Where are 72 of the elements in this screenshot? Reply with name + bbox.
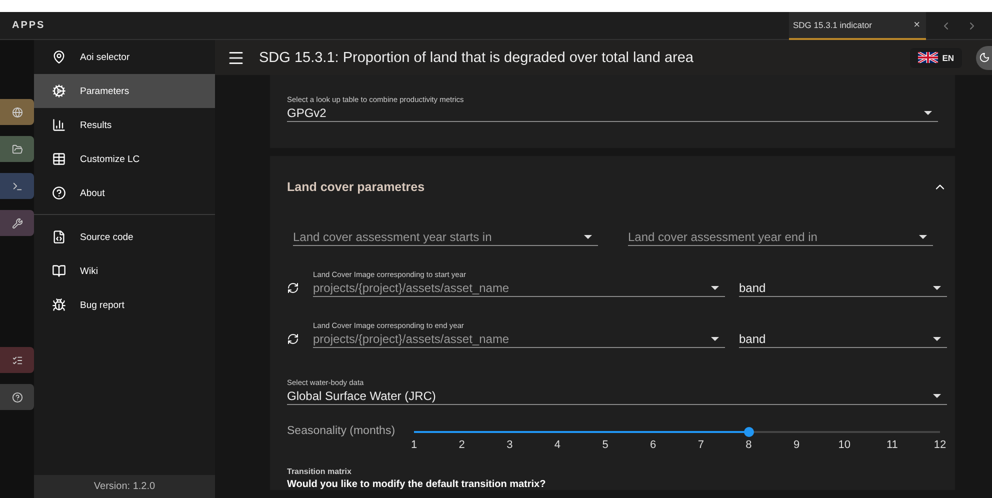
- refresh-icon[interactable]: [287, 282, 299, 294]
- close-button[interactable]: ×: [914, 18, 920, 30]
- launcher-tile[interactable]: [0, 173, 34, 199]
- band-select[interactable]: band: [739, 279, 947, 297]
- launcher-tile[interactable]: [0, 347, 34, 373]
- apps-title: APPS: [12, 20, 46, 31]
- slider-thumb[interactable]: [744, 427, 754, 437]
- table-icon: [52, 152, 66, 166]
- drawer-link[interactable]: Wiki: [34, 254, 215, 288]
- slider-label: Seasonality (months): [287, 425, 396, 437]
- water-select[interactable]: Global Surface Water (JRC): [287, 387, 947, 405]
- launcher-tile[interactable]: [0, 384, 34, 410]
- caret-icon: [919, 234, 927, 238]
- moon-icon: [979, 52, 990, 63]
- drawer-item[interactable]: About: [34, 176, 215, 210]
- end-year-select[interactable]: Land cover assessment year end in: [628, 228, 933, 246]
- lookup-select[interactable]: GPGv2: [287, 104, 938, 122]
- drawer-item[interactable]: Customize LC: [34, 142, 215, 176]
- book-icon: [52, 264, 66, 278]
- caret-icon: [711, 286, 719, 290]
- bug-icon: [52, 298, 66, 312]
- drawer-link[interactable]: Source code: [34, 220, 215, 254]
- terminal-icon: [12, 180, 22, 192]
- drawer-item[interactable]: Results: [34, 108, 215, 142]
- launcher-tile[interactable]: [0, 99, 34, 125]
- band-select[interactable]: band: [739, 330, 947, 348]
- map-pin-icon: [52, 50, 66, 64]
- gears-icon: [52, 84, 66, 98]
- drawer-item[interactable]: Aoi selector: [34, 40, 215, 74]
- app-tab[interactable]: SDG 15.3.1 indicator ×: [789, 12, 926, 40]
- tick-label: 3: [506, 439, 514, 451]
- tick-label: 11: [885, 439, 899, 451]
- tick-label: 2: [458, 439, 466, 451]
- language-button[interactable]: EN: [910, 48, 962, 68]
- wrench-icon: [12, 218, 22, 228]
- section-title: Land cover parametres: [287, 180, 425, 194]
- subsection-label: Transition matrix: [287, 467, 352, 476]
- tick-label: 7: [696, 439, 705, 451]
- caret-icon: [584, 234, 592, 238]
- app-title: SDG 15.3.1: Proportion of land that is degraded over total land area: [259, 50, 694, 66]
- tick-label: 5: [601, 439, 610, 451]
- image-select[interactable]: projects/{project}/assets/asset_name: [313, 279, 725, 297]
- tick-label: 9: [792, 439, 801, 451]
- drawer-link[interactable]: Bug report: [34, 288, 215, 322]
- tick-label: 4: [553, 439, 562, 451]
- tick-label: 10: [837, 439, 852, 451]
- tick-label: 8: [744, 439, 753, 451]
- version-label: Version: 1.2.0: [34, 475, 215, 498]
- theme-button[interactable]: [976, 46, 992, 70]
- start-year-select[interactable]: Land cover assessment year starts in: [293, 228, 598, 246]
- checklist-icon: [12, 354, 22, 366]
- caret-icon: [933, 394, 941, 398]
- launcher-tile[interactable]: [0, 136, 34, 162]
- help-icon: [52, 186, 66, 200]
- image-select[interactable]: projects/{project}/assets/asset_name: [313, 330, 725, 348]
- refresh-icon[interactable]: [287, 333, 299, 345]
- globe-icon: [12, 106, 22, 118]
- caret-icon: [924, 110, 932, 114]
- bar-chart-icon: [52, 118, 66, 132]
- code-file-icon: [52, 230, 66, 244]
- tick-label: 1: [410, 439, 418, 451]
- question-text: Would you like to modify the default transition matrix?: [287, 479, 547, 490]
- caret-icon: [711, 336, 719, 340]
- launcher-tile[interactable]: [0, 210, 34, 236]
- flag-icon: [918, 52, 938, 63]
- tick-label: 6: [649, 439, 658, 451]
- drawer-item[interactable]: Parameters: [34, 74, 215, 108]
- help-icon: [12, 392, 22, 402]
- caret-icon: [933, 286, 941, 290]
- tick-label: 12: [932, 439, 947, 451]
- caret-icon: [933, 336, 941, 340]
- folder-icon: [12, 144, 22, 154]
